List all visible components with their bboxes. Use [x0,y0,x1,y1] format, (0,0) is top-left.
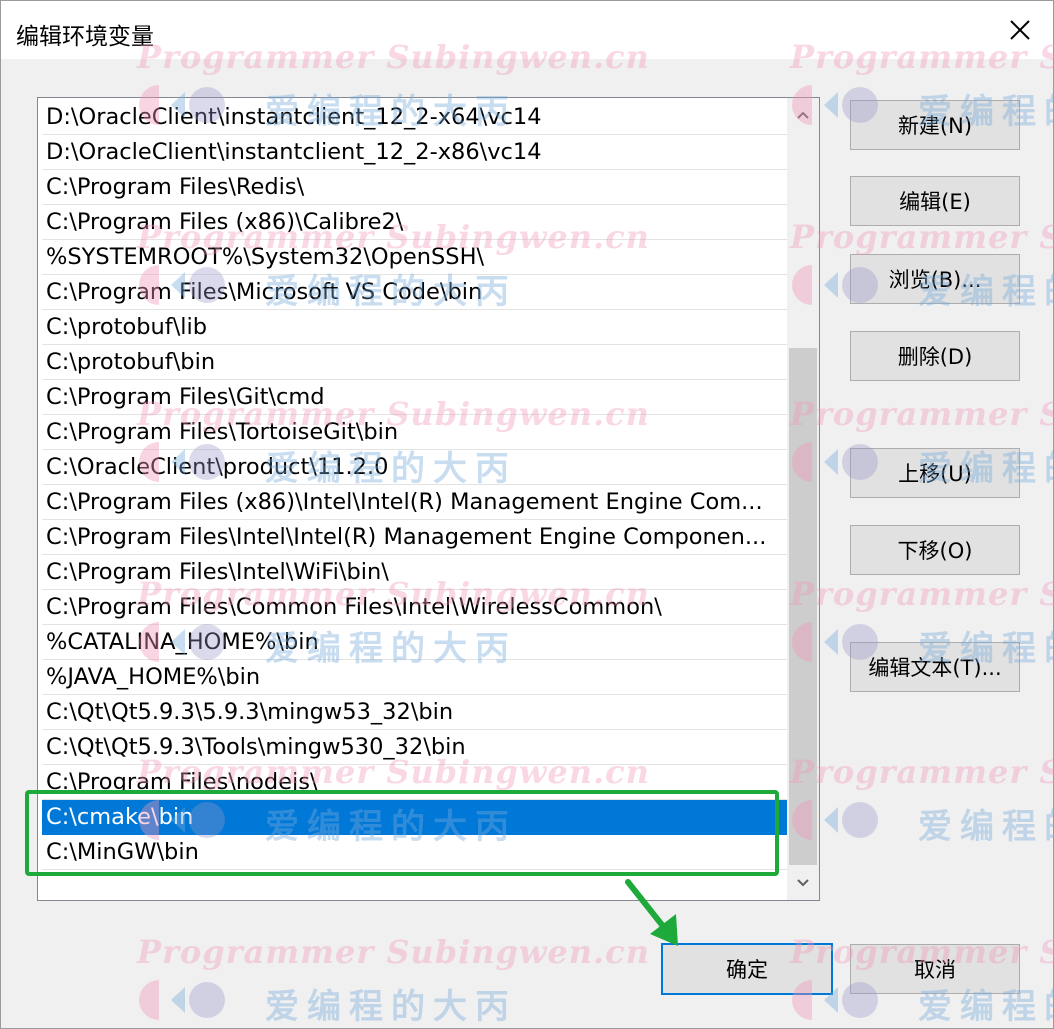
ok-button[interactable]: 确定 [661,943,833,995]
list-item[interactable]: D:\OracleClient\instantclient_12_2-x86\v… [42,135,787,170]
close-icon [1010,20,1030,40]
cancel-button[interactable]: 取消 [850,944,1020,994]
move-down-button[interactable]: 下移(O) [850,525,1020,575]
list-item[interactable]: C:\Program Files (x86)\Calibre2\ [42,205,787,240]
list-item[interactable]: C:\protobuf\bin [42,345,787,380]
dialog-title: 编辑环境变量 [16,24,154,50]
chevron-up-icon [797,111,809,119]
list-item[interactable]: %SYSTEMROOT%\System32\OpenSSH\ [42,240,787,275]
list-item[interactable]: C:\protobuf\lib [42,310,787,345]
edit-text-button[interactable]: 编辑文本(T)... [850,642,1020,692]
row-divider [42,869,787,870]
move-up-button[interactable]: 上移(U) [850,448,1020,498]
browse-button[interactable]: 浏览(B)... [850,254,1020,304]
list-item[interactable]: C:\Program Files\Intel\Intel(R) Manageme… [42,520,787,555]
list-item[interactable]: C:\Program Files\Intel\WiFi\bin\ [42,555,787,590]
vertical-scrollbar[interactable] [787,98,819,900]
list-item[interactable]: C:\MinGW\bin [42,835,787,870]
delete-button[interactable]: 删除(D) [850,331,1020,381]
edit-button[interactable]: 编辑(E) [850,176,1020,226]
list-item-selected[interactable]: C:\cmake\bin [42,800,787,835]
list-item[interactable]: C:\Program Files\Common Files\Intel\Wire… [42,590,787,625]
list-item[interactable]: %JAVA_HOME%\bin [42,660,787,695]
list-item[interactable]: C:\Qt\Qt5.9.3\Tools\mingw530_32\bin [42,730,787,765]
list-item[interactable]: C:\Program Files\Git\cmd [42,380,787,415]
list-item[interactable]: C:\Program Files\nodejs\ [42,765,787,800]
list-item[interactable]: C:\Qt\Qt5.9.3\5.9.3\mingw53_32\bin [42,695,787,730]
scroll-down-button[interactable] [787,866,819,900]
chevron-down-icon [797,879,809,887]
list-item[interactable]: C:\OracleClient\product\11.2.0 [42,450,787,485]
scroll-up-button[interactable] [787,98,819,132]
path-listbox[interactable]: D:\OracleClient\instantclient_12_2-x64\v… [37,97,820,901]
list-item[interactable]: C:\Program Files\Microsoft VS Code\bin [42,275,787,310]
title-bar: 编辑环境变量 [1,1,1053,59]
scroll-thumb[interactable] [789,348,817,865]
list-item[interactable]: C:\Program Files\Redis\ [42,170,787,205]
list-item[interactable]: C:\Program Files\TortoiseGit\bin [42,415,787,450]
list-item[interactable]: C:\Program Files (x86)\Intel\Intel(R) Ma… [42,485,787,520]
list-item[interactable]: %CATALINA_HOME%\bin [42,625,787,660]
new-button[interactable]: 新建(N) [850,100,1020,150]
list-item[interactable]: D:\OracleClient\instantclient_12_2-x64\v… [42,100,787,135]
close-button[interactable] [991,3,1049,57]
